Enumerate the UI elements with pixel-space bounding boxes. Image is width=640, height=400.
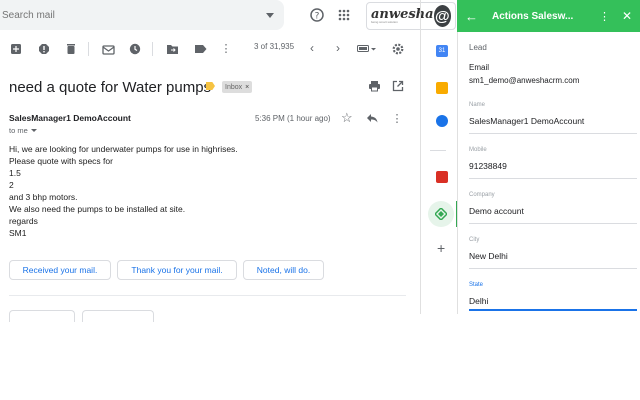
name-field-underline — [469, 133, 637, 134]
body-line: Hi, we are looking for underwater pumps … — [9, 144, 238, 154]
more-actions-icon[interactable]: ⋮ — [221, 41, 232, 55]
tasks-icon[interactable] — [436, 115, 448, 127]
search-input[interactable] — [0, 9, 266, 21]
body-line: and 3 bhp motors. — [9, 192, 78, 202]
input-tools-icon[interactable] — [357, 44, 377, 54]
search-options-icon[interactable] — [266, 12, 274, 18]
salesworx-addon-icon[interactable] — [435, 208, 447, 220]
mobile-field-label: Mobile — [469, 147, 487, 153]
company-field-underline — [469, 223, 637, 224]
star-icon[interactable]: ☆ — [341, 110, 353, 126]
calendar-icon[interactable]: 31 — [436, 45, 448, 57]
company-field-label: Company — [469, 192, 495, 198]
company-field[interactable]: Demo account — [469, 206, 524, 216]
recipient-details[interactable]: to me — [9, 126, 37, 135]
reply-icon[interactable] — [366, 113, 378, 123]
body-line: We also need the pumps to be installed a… — [9, 204, 186, 214]
reply-button[interactable] — [9, 310, 75, 322]
snooze-icon[interactable] — [129, 43, 141, 55]
city-field-label: City — [469, 237, 480, 243]
mark-unread-icon[interactable] — [102, 43, 115, 55]
add-addon-icon[interactable]: + — [437, 240, 445, 256]
state-field-label: State — [469, 282, 484, 288]
smart-reply-noted[interactable]: Noted, will do. — [243, 260, 324, 280]
delete-icon[interactable] — [65, 43, 77, 55]
forward-button[interactable] — [82, 310, 154, 322]
label-icon[interactable] — [194, 44, 207, 54]
open-in-new-window-icon[interactable] — [392, 80, 404, 92]
apps-grid-icon[interactable] — [338, 9, 350, 21]
body-line: 2 — [9, 180, 14, 190]
inbox-label-text: Inbox — [225, 83, 243, 91]
back-to-inbox-icon[interactable] — [10, 43, 22, 55]
recipient-dropdown-icon[interactable] — [30, 129, 37, 132]
strip-divider — [430, 150, 446, 151]
newer-icon[interactable]: ‹ — [307, 41, 317, 55]
city-field-underline — [469, 268, 637, 269]
body-line: Please quote with specs for — [9, 156, 113, 166]
mobile-field[interactable]: 91238849 — [469, 161, 507, 171]
crm-addon-icon[interactable] — [436, 171, 448, 183]
search-bar[interactable] — [0, 0, 284, 30]
help-icon[interactable]: ? — [310, 8, 324, 22]
print-icon[interactable] — [368, 80, 381, 92]
svg-text:?: ? — [315, 12, 320, 22]
panel-close-icon[interactable]: ✕ — [622, 9, 632, 23]
addon-panel-header: ← Actions Salesw... ⋮ ✕ — [457, 0, 640, 32]
back-arrow-icon[interactable]: ← — [465, 9, 478, 24]
important-marker-icon[interactable] — [206, 82, 215, 90]
older-icon[interactable]: › — [333, 41, 343, 55]
state-field[interactable]: Delhi — [469, 296, 488, 306]
email-timestamp: 5:36 PM (1 hour ago) — [255, 114, 331, 123]
body-line: regards — [9, 216, 38, 226]
remove-label-icon[interactable]: × — [245, 84, 249, 91]
email-subject: need a quote for Water pumps — [9, 79, 212, 96]
reply-divider — [9, 295, 406, 296]
addon-panel-title: Actions Salesw... — [492, 10, 574, 22]
toolbar-divider — [152, 42, 153, 56]
toolbar-divider — [88, 42, 89, 56]
email-body: Hi, we are looking for underwater pumps … — [9, 143, 238, 239]
more-options-icon[interactable]: ⋮ — [392, 111, 403, 125]
panel-more-icon[interactable]: ⋮ — [599, 10, 610, 23]
smart-reply-received[interactable]: Received your mail. — [9, 260, 111, 280]
email-value: sm1_demo@anweshacrm.com — [469, 76, 580, 85]
email-label: Email — [469, 63, 490, 72]
smart-reply-thank-you[interactable]: Thank you for your mail. — [117, 260, 237, 280]
section-heading: Lead — [469, 43, 487, 52]
mobile-field-underline — [469, 178, 637, 179]
state-field-underline — [469, 309, 637, 311]
inbox-label-chip[interactable]: Inbox × — [222, 81, 253, 93]
sender-name[interactable]: SalesManager1 DemoAccount — [9, 113, 131, 123]
report-spam-icon[interactable] — [38, 43, 50, 55]
body-line: 1.5 — [9, 168, 21, 178]
name-field[interactable]: SalesManager1 DemoAccount — [469, 116, 584, 126]
city-field[interactable]: New Delhi — [469, 251, 508, 261]
recipient-text: to me — [9, 126, 28, 135]
move-to-icon[interactable] — [166, 43, 179, 55]
settings-gear-icon[interactable] — [392, 43, 404, 55]
name-field-label: Name — [469, 102, 486, 108]
body-line: SM1 — [9, 228, 27, 238]
keep-icon[interactable] — [436, 82, 448, 94]
page-count: 3 of 31,935 — [254, 42, 295, 51]
